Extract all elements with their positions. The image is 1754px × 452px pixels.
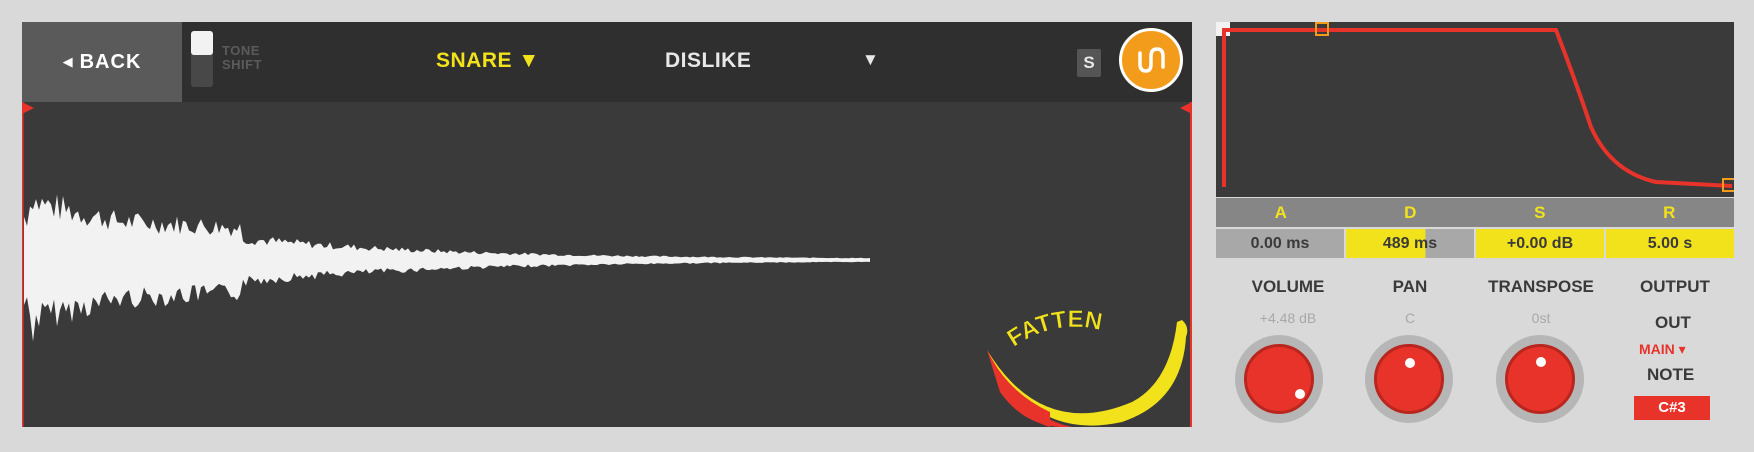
trim-start-marker <box>22 102 34 114</box>
pan-knob-indicator <box>1405 358 1415 368</box>
output-select[interactable]: MAIN ▾ <box>1639 341 1686 358</box>
pan-knob[interactable] <box>1365 335 1453 423</box>
envelope-curve <box>1222 28 1733 188</box>
sample-view: FATTEN ◀ BACK TONE SHIFT SNARE ▼ DISLIKE… <box>22 22 1192 427</box>
back-button[interactable]: ◀ BACK <box>22 22 182 102</box>
back-label: BACK <box>79 50 142 73</box>
envelope-headers: A D S R <box>1216 198 1734 227</box>
envelope-values: 0.00 ms 489 ms +0.00 dB 5.00 s <box>1216 229 1734 258</box>
fatten-label: FATTEN <box>1002 306 1104 353</box>
toggle-knob <box>191 31 213 55</box>
note-label: NOTE <box>1647 365 1695 384</box>
transpose-value: 0st <box>1531 310 1551 326</box>
pan-label: PAN <box>1392 277 1428 296</box>
release-value[interactable]: 5.00 s <box>1606 229 1734 258</box>
tone-shift-label: TONE SHIFT <box>222 43 263 72</box>
volume-knob[interactable] <box>1235 335 1323 423</box>
output-label: OUTPUT <box>1640 277 1710 296</box>
transpose-knob[interactable] <box>1496 335 1584 423</box>
sustain-header: S <box>1534 203 1546 222</box>
fatten-button[interactable]: FATTEN <box>987 306 1188 427</box>
out-label: OUT <box>1655 313 1691 332</box>
attack-header: A <box>1274 203 1287 222</box>
attack-value[interactable]: 0.00 ms <box>1216 229 1344 258</box>
note-value[interactable]: C#3 <box>1634 396 1710 420</box>
decay-value[interactable]: 489 ms <box>1346 229 1474 258</box>
waveform-path <box>24 194 870 342</box>
volume-knob-indicator <box>1295 389 1305 399</box>
back-arrow-icon: ◀ <box>62 54 74 69</box>
preset-name[interactable]: DISLIKE <box>665 49 751 73</box>
preset-dropdown-icon[interactable]: ▼ <box>862 50 879 70</box>
logo-button[interactable] <box>1119 28 1183 92</box>
top-toolbar: ◀ BACK TONE SHIFT SNARE ▼ DISLIKE ▼ S <box>22 22 1192 102</box>
sustain-value[interactable]: +0.00 dB <box>1476 229 1604 258</box>
solo-button[interactable]: S <box>1077 49 1101 77</box>
svg-text:FATTEN: FATTEN <box>1002 306 1104 352</box>
volume-value: +4.48 dB <box>1259 310 1317 326</box>
transpose-knob-indicator <box>1536 357 1546 367</box>
pan-value: C <box>1404 310 1416 326</box>
volume-label: VOLUME <box>1251 277 1325 296</box>
logo-icon <box>1138 47 1165 73</box>
decay-header: D <box>1404 203 1417 222</box>
transpose-label: TRANSPOSE <box>1488 277 1594 296</box>
tone-shift-toggle[interactable] <box>191 31 213 87</box>
release-header: R <box>1663 203 1676 222</box>
envelope-graph[interactable] <box>1216 22 1734 197</box>
instrument-selector[interactable]: SNARE ▼ <box>436 49 540 73</box>
